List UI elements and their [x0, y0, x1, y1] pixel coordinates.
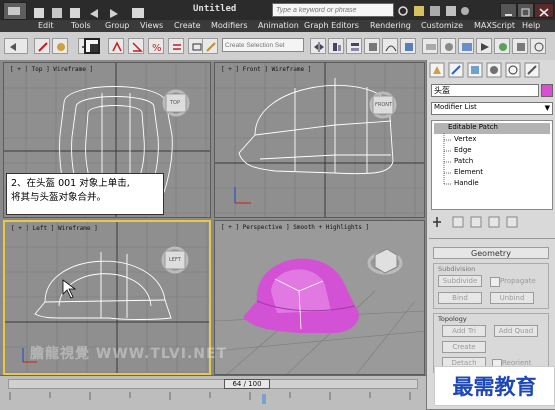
select-object-icon[interactable]	[84, 38, 100, 54]
menu-bar: Edit Tools Group Views Create Modifiers …	[0, 20, 555, 32]
app-logo-icon[interactable]	[3, 2, 27, 20]
command-panel: 头盔 Modifier List ▼ Editable Patch Vertex…	[426, 60, 555, 409]
graphite-tools-icon[interactable]	[364, 38, 380, 54]
main-toolbar: %	[0, 32, 555, 61]
modifier-list-label: Modifier List	[434, 103, 477, 111]
instruction-line-1: 2、在头盔 001 对象上单击,	[11, 178, 130, 189]
modifier-stack: Editable Patch Vertex Edge Patch Element…	[431, 120, 553, 210]
schematic-view-icon[interactable]	[400, 38, 416, 54]
viewport-perspective[interactable]: [ + ] Perspective ] Smooth + Highlights …	[214, 220, 425, 375]
object-color-swatch[interactable]	[541, 84, 553, 97]
viewcube-label-top[interactable]: TOP	[170, 100, 180, 106]
menu-create[interactable]: Create	[174, 21, 201, 30]
bind-button[interactable]: Bind	[438, 292, 482, 304]
command-panel-tabs	[429, 62, 553, 78]
instruction-callout: 2、在头盔 001 对象上单击, 将其与头盔对象合并。	[6, 173, 164, 215]
material-editor-icon[interactable]	[422, 38, 438, 54]
front-wireframe	[215, 63, 424, 217]
search-input[interactable]	[272, 3, 394, 17]
topology-label: Topology	[438, 315, 467, 323]
geometry-header[interactable]: Geometry	[433, 247, 549, 259]
render-iterative-icon[interactable]	[494, 38, 510, 54]
time-slider-thumb[interactable]: 64 / 100	[224, 379, 270, 389]
menu-tools[interactable]: Tools	[71, 21, 91, 30]
select-link-icon[interactable]	[34, 38, 50, 54]
subdivision-label: Subdivision	[438, 265, 476, 273]
menu-animation[interactable]: Animation	[258, 21, 299, 30]
menu-maxscript[interactable]: MAXScript	[474, 21, 515, 30]
quick-access-icons[interactable]	[32, 4, 182, 18]
propagate-checkbox[interactable]	[490, 277, 500, 287]
mirror-icon[interactable]	[310, 38, 326, 54]
named-selection-icon[interactable]	[202, 38, 218, 54]
title-bar: Untitled	[0, 0, 555, 20]
propagate-label: Propagate	[500, 277, 536, 285]
close-button[interactable]	[534, 3, 554, 18]
perspective-scene	[215, 248, 424, 374]
axis-gizmo-front	[234, 187, 251, 204]
viewport-area: [ + ] Top ] Wireframe ] TOP [ + ] Front …	[0, 60, 426, 375]
help-search-icons[interactable]	[397, 3, 472, 17]
activeshade-icon[interactable]	[512, 38, 528, 54]
menu-rendering[interactable]: Rendering	[370, 21, 411, 30]
menu-group[interactable]: Group	[105, 21, 129, 30]
spinner-snap-icon[interactable]	[168, 38, 184, 54]
education-watermark: 最需教育	[434, 366, 555, 406]
percent-snap-icon[interactable]: %	[148, 38, 164, 54]
menu-views[interactable]: Views	[140, 21, 163, 30]
site-watermark: 膽龍視覺 WWW.TLVI.NET	[30, 346, 228, 362]
viewcube-perspective	[367, 248, 403, 275]
layer-manager-icon[interactable]	[346, 38, 362, 54]
stack-controls	[431, 214, 553, 228]
menu-edit[interactable]: Edit	[38, 21, 54, 30]
stack-item-element[interactable]: Element	[454, 168, 483, 176]
add-quad-button[interactable]: Add Quad	[494, 325, 538, 337]
unbind-button[interactable]: Unbind	[490, 292, 534, 304]
add-tri-button[interactable]: Add Tri	[442, 325, 486, 337]
time-slider-area: 64 / 100	[0, 375, 426, 410]
snap-3d-icon[interactable]	[108, 38, 124, 54]
render-setup-icon[interactable]	[440, 38, 456, 54]
viewcube-label-front[interactable]: FRONT	[375, 102, 392, 108]
menu-help[interactable]: Help	[522, 21, 540, 30]
window-title: Untitled	[193, 4, 237, 14]
stack-tree-lines	[443, 133, 452, 185]
selection-set-dropdown[interactable]	[222, 38, 304, 52]
create-button[interactable]: Create	[442, 341, 486, 353]
svg-text:%: %	[152, 43, 162, 53]
menu-modifiers[interactable]: Modifiers	[211, 21, 248, 30]
curve-editor-icon[interactable]	[382, 38, 398, 54]
modifier-list-dropdown[interactable]: Modifier List ▼	[431, 102, 553, 115]
viewcube-label-left[interactable]: LEFT	[169, 257, 181, 263]
restore-button[interactable]	[517, 3, 534, 18]
subdivide-button[interactable]: Subdivide	[438, 275, 482, 287]
render-production-icon[interactable]	[476, 38, 492, 54]
align-icon[interactable]	[328, 38, 344, 54]
minimize-button[interactable]	[500, 3, 517, 18]
viewport-front[interactable]: [ + ] Front ] Wireframe ] FRONT	[214, 62, 425, 218]
menu-graph-editors[interactable]: Graph Editors	[304, 21, 359, 30]
instruction-line-2: 将其与头盔对象合并。	[11, 192, 107, 203]
frame-counter: 64 / 100	[232, 380, 262, 388]
dropdown-arrow-icon: ▼	[544, 104, 550, 112]
time-slider-track[interactable]: 64 / 100	[8, 379, 418, 389]
angle-snap-icon[interactable]	[128, 38, 144, 54]
object-name-field[interactable]: 头盔	[431, 84, 539, 97]
toolbar-extra-icon[interactable]	[530, 38, 546, 54]
menu-customize[interactable]: Customize	[421, 21, 463, 30]
unlink-icon[interactable]	[52, 38, 68, 54]
timeline-ruler	[9, 392, 411, 404]
render-frame-icon[interactable]	[458, 38, 474, 54]
topology-group: Topology Add Tri Add Quad Create Detach …	[433, 313, 549, 373]
undo-icon[interactable]	[4, 38, 28, 54]
subdivision-group: Subdivision Subdivide Propagate Bind Unb…	[433, 263, 549, 309]
